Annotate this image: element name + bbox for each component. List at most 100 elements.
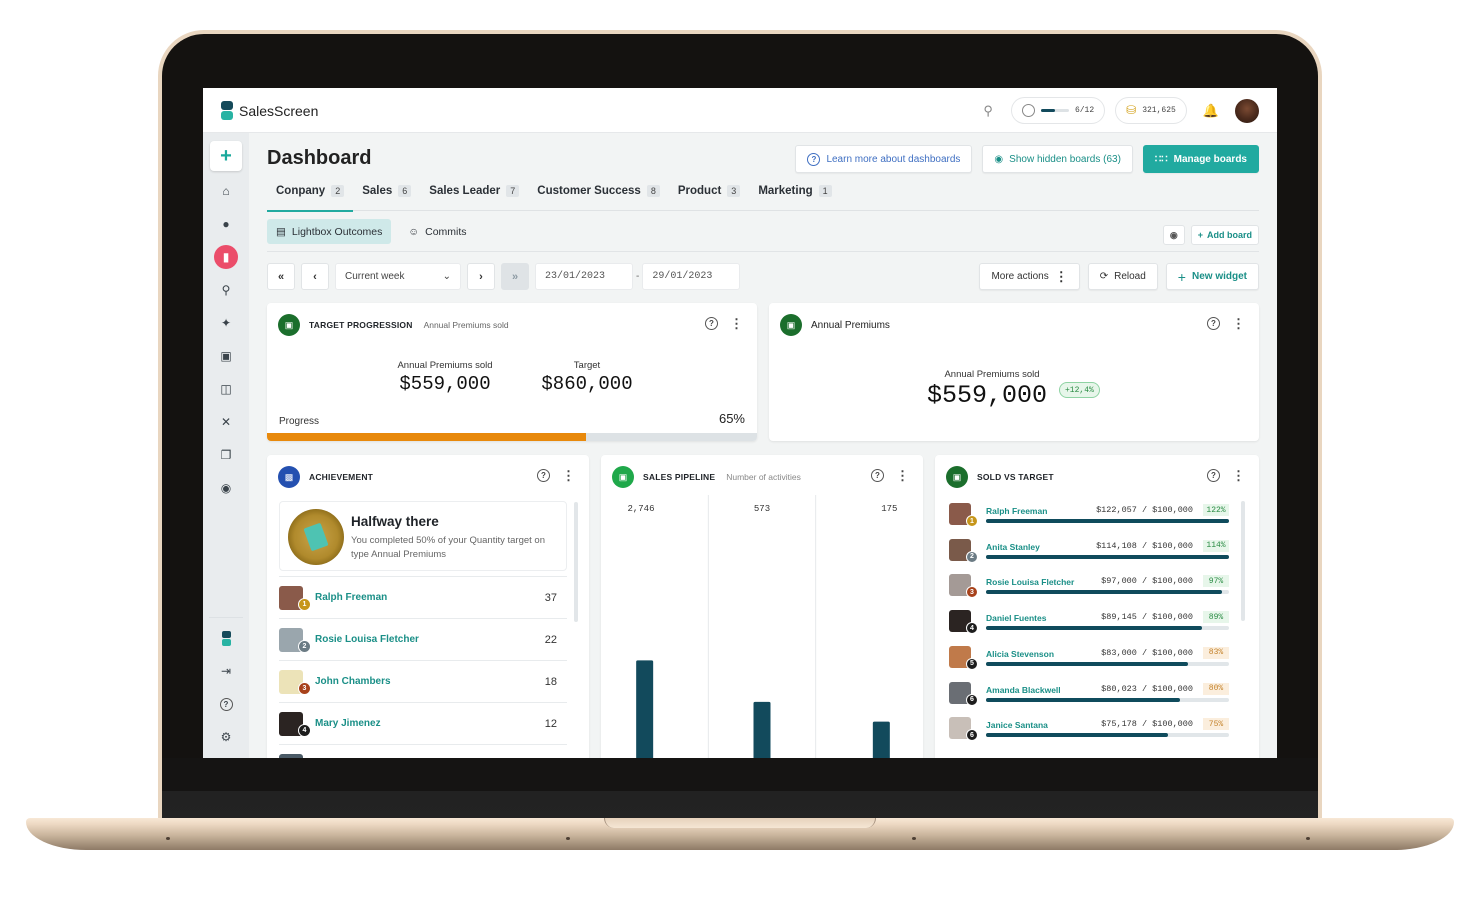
- leader-name[interactable]: Mary Jimenez: [315, 718, 545, 729]
- coins-pill[interactable]: ⛁ 321,625: [1115, 97, 1187, 124]
- leader-name[interactable]: Ralph Freeman: [315, 592, 545, 603]
- progress-track: [986, 733, 1229, 738]
- help-icon[interactable]: ?: [1207, 317, 1220, 330]
- progress-track: [986, 590, 1229, 595]
- add-board-button[interactable]: + Add board: [1190, 225, 1259, 245]
- leaderboard-row[interactable]: 4 Mary Jimenez 12: [279, 702, 567, 744]
- first-period-button[interactable]: «: [267, 263, 295, 290]
- leaderboard-row[interactable]: 2 Rosie Louisa Fletcher 22: [279, 618, 567, 660]
- scrollbar[interactable]: [574, 502, 578, 622]
- help-icon[interactable]: ?: [537, 469, 550, 482]
- new-widget-button[interactable]: + New widget: [1165, 263, 1259, 290]
- rep-name[interactable]: Amanda Blackwell: [986, 685, 1061, 695]
- progress-fill: [986, 697, 1181, 702]
- level-progress-bar: [1040, 109, 1069, 112]
- board-visibility-button[interactable]: ◉: [1162, 225, 1185, 245]
- rep-name[interactable]: Janice Santana: [986, 720, 1048, 730]
- leader-name[interactable]: John Chambers: [315, 676, 545, 687]
- widget-title: SALES PIPELINE: [643, 472, 716, 482]
- sold-vs-target-row[interactable]: 6 Amanda Blackwell $80,023 / $100,000 80%: [949, 680, 1229, 716]
- rep-name[interactable]: Daniel Fuentes: [986, 613, 1046, 623]
- tab-sales-leader[interactable]: Sales Leader 7: [429, 185, 520, 211]
- achievement-description: You completed 50% of your Quantity targe…: [351, 535, 545, 560]
- date-from-input[interactable]: 23/01/2023: [535, 263, 633, 290]
- rep-name[interactable]: Rosie Louisa Fletcher: [986, 577, 1074, 587]
- collapse-icon[interactable]: ⇥: [214, 659, 238, 683]
- period-select[interactable]: Current week ⌄: [335, 263, 461, 290]
- register-icon[interactable]: ▣: [214, 344, 238, 368]
- sales-pipeline-chart: 2,746 573 175: [627, 495, 897, 758]
- kebab-icon[interactable]: ⋮: [730, 317, 743, 330]
- help-icon[interactable]: ?: [705, 317, 718, 330]
- laptop-foot: [1306, 837, 1310, 840]
- rank-badge: 2: [298, 639, 311, 653]
- laptop-foot: [566, 837, 570, 840]
- search-icon[interactable]: ⚲: [983, 103, 993, 119]
- leader-name[interactable]: Rosie Louisa Fletcher: [315, 634, 545, 645]
- kebab-icon[interactable]: ⋮: [562, 469, 575, 482]
- rep-name[interactable]: Anita Stanley: [986, 542, 1040, 552]
- reload-button[interactable]: ⟳ Reload: [1087, 263, 1158, 290]
- sold-vs-target-row[interactable]: 2 Anita Stanley $114,108 / $100,000 114%: [949, 537, 1229, 573]
- app-logo[interactable]: SalesScreen: [221, 101, 318, 120]
- help-icon[interactable]: ?: [214, 692, 238, 716]
- board-lightbox-outcomes[interactable]: ▤ Lightbox Outcomes: [267, 219, 392, 244]
- pipeline-bar[interactable]: [636, 660, 654, 758]
- tab-label: Marketing: [758, 185, 813, 197]
- sold-vs-target-row[interactable]: 5 Alicia Stevenson $83,000 / $100,000 83%: [949, 644, 1229, 680]
- pipeline-bar[interactable]: [872, 721, 890, 758]
- last-period-button[interactable]: »: [501, 263, 529, 290]
- previous-period-button[interactable]: ‹: [301, 263, 329, 290]
- sold-vs-target-row[interactable]: 4 Daniel Fuentes $89,145 / $100,000 89%: [949, 608, 1229, 644]
- bar-chart-icon[interactable]: ▮: [214, 245, 238, 269]
- progress-fill: [986, 626, 1203, 631]
- lightbulb-icon[interactable]: ◉: [214, 476, 238, 500]
- kebab-icon[interactable]: ⋮: [1232, 317, 1245, 330]
- copy-icon[interactable]: ❐: [214, 443, 238, 467]
- widget-title: TARGET PROGRESSION: [309, 320, 413, 330]
- board-commits[interactable]: ☺ Commits: [399, 219, 475, 244]
- leaderboard-row[interactable]: [279, 744, 567, 758]
- manage-boards-button[interactable]: ∷∷ Manage boards: [1142, 145, 1259, 173]
- sold-vs-target-row[interactable]: 3 Rosie Louisa Fletcher $97,000 / $100,000…: [949, 572, 1229, 608]
- gift-icon[interactable]: ◫: [214, 377, 238, 401]
- sold-vs-target-row[interactable]: 6 Janice Santana $75,178 / $100,000 75%: [949, 715, 1229, 751]
- salesscreen-logo-icon[interactable]: [214, 626, 238, 650]
- date-to-input[interactable]: 29/01/2023: [642, 263, 741, 290]
- learn-more-button[interactable]: ? Learn more about dashboards: [795, 145, 973, 173]
- tab-marketing[interactable]: Marketing 1: [758, 185, 832, 211]
- kebab-icon[interactable]: ⋮: [896, 469, 909, 482]
- swords-icon[interactable]: ✕: [214, 410, 238, 434]
- help-icon: ?: [807, 152, 821, 166]
- sold-vs-target-row[interactable]: 1 Ralph Freeman $122,057 / $100,000 122%: [949, 501, 1229, 537]
- tab-company[interactable]: Conpany 2: [266, 185, 354, 212]
- bell-icon[interactable]: 🔔: [1203, 103, 1219, 119]
- rep-name[interactable]: Alicia Stevenson: [986, 649, 1054, 659]
- show-hidden-boards-button[interactable]: ◉ Show hidden boards (63): [982, 145, 1133, 173]
- next-period-button[interactable]: ›: [467, 263, 495, 290]
- chat-icon[interactable]: ●: [214, 212, 238, 236]
- achievement-medal-icon: [288, 509, 344, 565]
- kebab-icon[interactable]: ⋮: [1232, 469, 1245, 482]
- more-actions-button[interactable]: More actions ⋮: [979, 263, 1080, 290]
- help-icon[interactable]: ?: [1207, 469, 1220, 482]
- leaderboard-row[interactable]: 1 Ralph Freeman 37: [279, 576, 567, 618]
- settings-icon[interactable]: ⚙: [214, 725, 238, 749]
- party-popper-icon[interactable]: ✦: [214, 311, 238, 335]
- help-icon[interactable]: ?: [871, 469, 884, 482]
- plus-icon[interactable]: +: [210, 141, 242, 171]
- user-avatar[interactable]: [1235, 98, 1259, 123]
- scrollbar[interactable]: [1241, 501, 1245, 621]
- tab-product[interactable]: Product 3: [678, 185, 741, 211]
- trophy-icon[interactable]: ⚲: [214, 278, 238, 302]
- tab-sales[interactable]: Sales 6: [362, 185, 412, 211]
- level-progress-pill[interactable]: 6/12: [1010, 97, 1106, 124]
- home-icon[interactable]: ⌂: [214, 179, 238, 203]
- progress-fill: [986, 661, 1188, 666]
- tab-customer-success[interactable]: Customer Success 8: [537, 185, 660, 211]
- rep-name[interactable]: Ralph Freeman: [986, 506, 1047, 516]
- pipeline-bar[interactable]: [753, 701, 771, 758]
- leaderboard-row[interactable]: 3 John Chambers 18: [279, 660, 567, 702]
- laptop-foot: [912, 837, 916, 840]
- sold-target-amount: $122,057 / $100,000: [1096, 505, 1193, 515]
